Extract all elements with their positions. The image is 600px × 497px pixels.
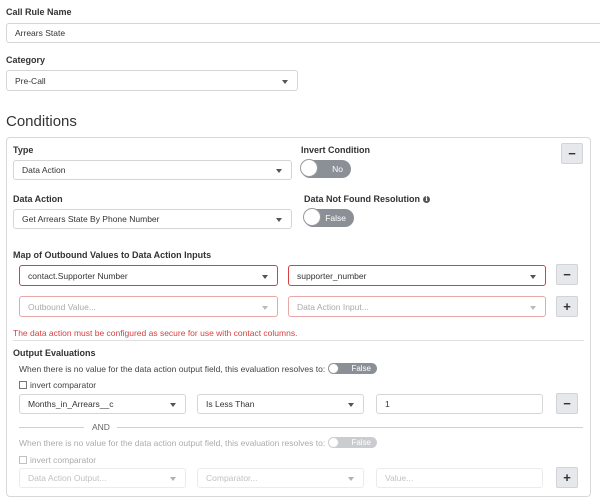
outbound-placeholder: Outbound Value... — [28, 301, 96, 312]
remove-condition-button[interactable]: − — [561, 143, 583, 164]
and-line-left — [19, 427, 84, 428]
toggle-text: No — [332, 164, 343, 174]
minus-icon: − — [563, 267, 571, 282]
plus-icon: + — [563, 299, 571, 314]
and-label: AND — [92, 422, 110, 432]
chevron-down-icon — [348, 477, 354, 481]
invert-condition-toggle[interactable]: No — [300, 159, 351, 178]
toggle-knob — [300, 159, 318, 177]
chevron-down-icon — [530, 305, 536, 310]
output-field-value: Months_in_Arrears__c — [28, 399, 114, 409]
outbound-value-select[interactable]: contact.Supporter Number — [19, 265, 278, 286]
new-outbound-value-select[interactable]: Outbound Value... — [19, 296, 278, 317]
data-action-select[interactable]: Get Arrears State By Phone Number — [13, 209, 292, 229]
invert-comparator-checkbox[interactable] — [19, 381, 27, 389]
new-comparator-select[interactable]: Comparator... — [197, 468, 364, 488]
output-field-select[interactable]: Months_in_Arrears__c — [19, 394, 186, 414]
invert-condition-label: Invert Condition — [301, 145, 370, 155]
chevron-down-icon — [170, 403, 176, 407]
chevron-down-icon — [170, 477, 176, 481]
data-action-value: Get Arrears State By Phone Number — [22, 214, 160, 224]
value-placeholder: Value... — [385, 473, 414, 483]
category-label: Category — [6, 55, 46, 65]
and-line-right — [117, 427, 583, 428]
call-rule-name-input[interactable]: Arrears State — [6, 23, 600, 43]
new-output-field-select[interactable]: Data Action Output... — [19, 468, 186, 488]
data-action-input-select[interactable]: supporter_number — [288, 265, 546, 286]
type-select[interactable]: Data Action — [13, 160, 292, 180]
toggle-knob — [328, 437, 339, 448]
invert-comparator-label: invert comparator — [30, 380, 97, 390]
remove-evaluation-button[interactable]: − — [556, 393, 578, 414]
type-value: Data Action — [22, 165, 66, 175]
map-label: Map of Outbound Values to Data Action In… — [13, 250, 212, 260]
call-rule-name-value: Arrears State — [15, 28, 66, 38]
type-label: Type — [13, 145, 34, 155]
remove-mapping-button[interactable]: − — [556, 264, 578, 285]
chevron-down-icon — [282, 79, 288, 84]
data-not-found-toggle[interactable]: False — [303, 208, 354, 227]
chevron-down-icon — [348, 403, 354, 407]
comparator-select[interactable]: Is Less Than — [197, 394, 364, 414]
toggle-text: False — [325, 213, 346, 223]
no-value-toggle[interactable]: False — [328, 363, 377, 374]
minus-icon: − — [563, 396, 571, 411]
chevron-down-icon — [530, 274, 536, 279]
data-not-found-label-row: Data Not Found Resolution i — [304, 194, 430, 204]
comparator-placeholder: Comparator... — [206, 473, 258, 483]
invert-comparator-label: invert comparator — [30, 455, 97, 465]
category-value: Pre-Call — [15, 75, 46, 86]
add-mapping-button[interactable]: + — [556, 296, 578, 317]
call-rule-name-label: Call Rule Name — [6, 7, 72, 17]
input-placeholder: Data Action Input... — [297, 301, 369, 312]
new-data-action-input-select[interactable]: Data Action Input... — [288, 296, 546, 317]
comparator-value: Is Less Than — [206, 399, 255, 409]
data-action-label: Data Action — [13, 194, 63, 204]
no-value-text: When there is no value for the data acti… — [19, 364, 326, 374]
invert-comparator-checkbox[interactable] — [19, 456, 27, 464]
value-input[interactable]: 1 — [376, 394, 543, 414]
data-action-input-value: supporter_number — [297, 270, 367, 281]
info-icon[interactable]: i — [423, 195, 430, 203]
toggle-text: False — [351, 364, 371, 373]
category-select[interactable]: Pre-Call — [6, 70, 298, 91]
output-field-placeholder: Data Action Output... — [28, 473, 107, 483]
toggle-knob — [303, 208, 321, 226]
no-value-toggle[interactable]: False — [328, 437, 377, 448]
add-evaluation-button[interactable]: + — [556, 467, 578, 488]
output-evaluations-label: Output Evaluations — [13, 348, 96, 358]
toggle-text: False — [351, 438, 371, 447]
error-message: The data action must be configured as se… — [13, 328, 298, 338]
plus-icon: + — [563, 470, 571, 485]
no-value-text: When there is no value for the data acti… — [19, 438, 326, 448]
chevron-down-icon — [262, 305, 268, 310]
divider — [13, 340, 584, 341]
toggle-knob — [328, 363, 339, 374]
chevron-down-icon — [262, 274, 268, 279]
conditions-heading: Conditions — [6, 113, 77, 130]
minus-icon: − — [568, 146, 576, 161]
value-text: 1 — [385, 399, 390, 409]
chevron-down-icon — [276, 169, 282, 173]
new-value-input[interactable]: Value... — [376, 468, 543, 488]
data-not-found-label: Data Not Found Resolution — [304, 194, 420, 204]
chevron-down-icon — [276, 218, 282, 222]
outbound-value: contact.Supporter Number — [28, 270, 128, 281]
